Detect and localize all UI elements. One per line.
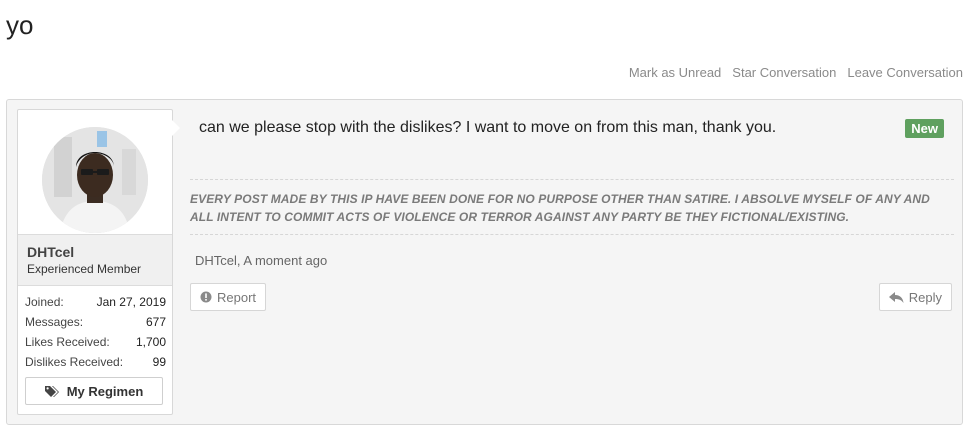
stat-row-dislikes: Dislikes Received: 99 <box>25 352 166 372</box>
stat-label: Likes Received: <box>25 335 110 349</box>
username[interactable]: DHTcel <box>27 244 172 260</box>
new-badge: New <box>905 119 944 138</box>
report-button[interactable]: Report <box>190 283 267 311</box>
user-title: Experienced Member <box>27 262 142 276</box>
stat-value: Jan 27, 2019 <box>96 295 166 309</box>
stat-label: Joined: <box>25 295 64 309</box>
message-container: DHTcel Experienced Member Joined: Jan 27… <box>6 99 963 425</box>
stat-value[interactable]: 677 <box>146 312 166 332</box>
tags-icon <box>44 385 59 397</box>
stat-row-joined: Joined: Jan 27, 2019 <box>25 292 166 312</box>
my-regimen-button[interactable]: My Regimen <box>25 377 163 405</box>
user-stats: Joined: Jan 27, 2019 Messages: 677 Likes… <box>25 292 166 372</box>
stat-row-likes: Likes Received: 1,700 <box>25 332 166 352</box>
message-text: can we please stop with the dislikes? I … <box>199 119 777 136</box>
user-info: DHTcel Experienced Member Joined: Jan 27… <box>17 109 173 415</box>
reply-arrow-icon <box>888 292 904 303</box>
signature-divider-bottom <box>190 234 954 235</box>
exclamation-circle-icon <box>200 291 212 303</box>
conversation-actions: Mark as Unread Star Conversation Leave C… <box>629 65 963 80</box>
leave-conversation-link[interactable]: Leave Conversation <box>847 65 963 80</box>
reply-label: Reply <box>908 289 942 305</box>
signature-divider-top <box>190 179 954 180</box>
post-meta[interactable]: DHTcel, A moment ago <box>195 253 327 268</box>
page-title: yo <box>6 10 34 40</box>
avatar-image <box>42 127 148 233</box>
user-name-block: DHTcel Experienced Member <box>18 234 172 286</box>
mark-as-unread-link[interactable]: Mark as Unread <box>629 65 721 80</box>
message-pointer <box>172 120 180 136</box>
avatar[interactable] <box>42 127 148 233</box>
star-conversation-link[interactable]: Star Conversation <box>732 65 836 80</box>
reply-button[interactable]: Reply <box>878 283 952 311</box>
stat-row-messages: Messages: 677 <box>25 312 166 332</box>
stat-label: Messages: <box>25 315 84 329</box>
stat-value: 99 <box>152 355 166 369</box>
report-label: Report <box>217 289 257 305</box>
stat-value: 1,700 <box>135 335 166 349</box>
signature: EVERY POST MADE BY THIS IP HAVE BEEN DON… <box>190 192 930 224</box>
stat-label: Dislikes Received: <box>25 355 124 369</box>
my-regimen-label: My Regimen <box>66 383 144 399</box>
